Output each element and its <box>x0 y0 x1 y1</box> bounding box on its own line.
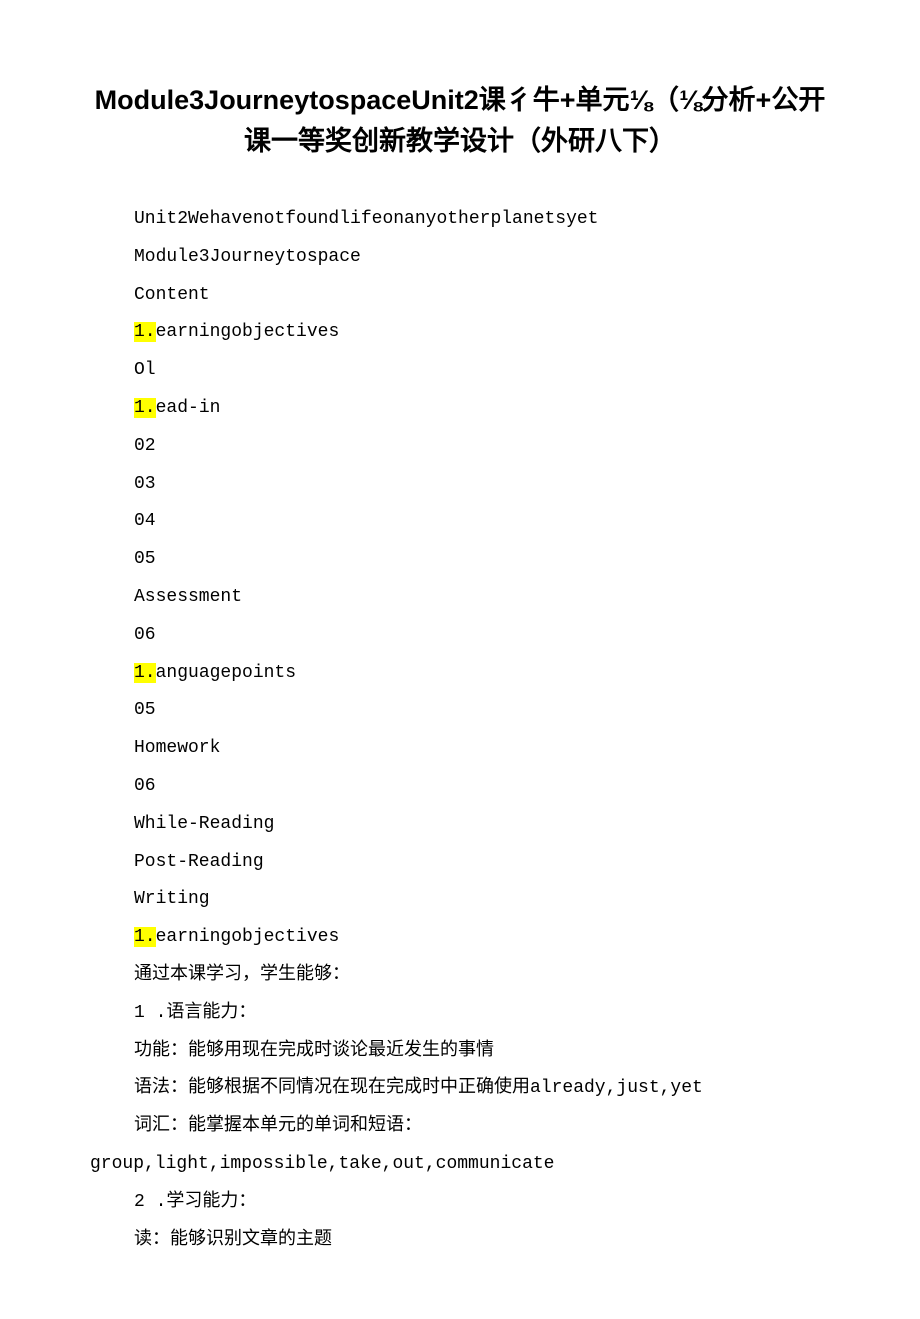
body-line: 2 .学习能力： <box>90 1184 830 1222</box>
body-line: 06 <box>90 768 830 806</box>
line-text: 2 .学习能力： <box>134 1192 256 1212</box>
body-line: 1 .语言能力： <box>90 995 830 1033</box>
body-line: Homework <box>90 730 830 768</box>
line-text: ead-in <box>156 398 221 418</box>
body-line: 词汇：能掌握本单元的单词和短语： <box>90 1108 830 1146</box>
body-line: Assessment <box>90 579 830 617</box>
line-text: earningobjectives <box>156 927 340 947</box>
body-line: 语法：能够根据不同情况在现在完成时中正确使用already,just,yet <box>90 1070 830 1108</box>
line-text: earningobjectives <box>156 322 340 342</box>
line-text: While-Reading <box>134 814 274 834</box>
body-line: 通过本课学习，学生能够： <box>90 957 830 995</box>
body-line: Ol <box>90 352 830 390</box>
document-title: Module3JourneytospaceUnit2课彳牛+单元⅛（⅛分析+公开… <box>90 80 830 161</box>
body-line: Unit2Wehavenotfoundlifeonanyotherplanets… <box>90 201 830 239</box>
body-line: 功能：能够用现在完成时谈论最近发生的事情 <box>90 1033 830 1071</box>
line-text: Writing <box>134 889 210 909</box>
body-line: 1.earningobjectives <box>90 314 830 352</box>
body-line: Post-Reading <box>90 844 830 882</box>
line-text: 读：能够识别文章的主题 <box>134 1230 332 1250</box>
line-text: anguagepoints <box>156 663 296 683</box>
line-text: group,light,impossible,take,out,communic… <box>90 1154 554 1174</box>
body-line: group,light,impossible,take,out,communic… <box>90 1146 830 1184</box>
body-line: While-Reading <box>90 806 830 844</box>
highlight-prefix: 1. <box>134 322 156 342</box>
body-line: 1.earningobjectives <box>90 919 830 957</box>
body-line: Writing <box>90 881 830 919</box>
body-line: 03 <box>90 466 830 504</box>
body-line: Content <box>90 277 830 315</box>
line-text: Post-Reading <box>134 852 264 872</box>
body-line: 05 <box>90 541 830 579</box>
line-text: Homework <box>134 738 220 758</box>
line-text: 06 <box>134 776 156 796</box>
line-text: Ol <box>134 360 156 380</box>
line-text: Assessment <box>134 587 242 607</box>
line-text: 04 <box>134 511 156 531</box>
highlight-prefix: 1. <box>134 663 156 683</box>
body-line: 读：能够识别文章的主题 <box>90 1222 830 1260</box>
line-text: 词汇：能掌握本单元的单词和短语： <box>134 1116 422 1136</box>
line-text: 06 <box>134 625 156 645</box>
line-text: 05 <box>134 700 156 720</box>
line-text: 通过本课学习，学生能够： <box>134 965 350 985</box>
line-text: Content <box>134 285 210 305</box>
body-line: 04 <box>90 503 830 541</box>
body-line: 02 <box>90 428 830 466</box>
body-line: Module3Journeytospace <box>90 239 830 277</box>
line-text: 语法：能够根据不同情况在现在完成时中正确使用already,just,yet <box>134 1078 703 1098</box>
line-text: 1 .语言能力： <box>134 1003 256 1023</box>
highlight-prefix: 1. <box>134 927 156 947</box>
line-text: Unit2Wehavenotfoundlifeonanyotherplanets… <box>134 209 598 229</box>
body-line: 1.anguagepoints <box>90 655 830 693</box>
document-body: Unit2Wehavenotfoundlifeonanyotherplanets… <box>90 201 830 1259</box>
line-text: 05 <box>134 549 156 569</box>
line-text: 03 <box>134 474 156 494</box>
line-text: 02 <box>134 436 156 456</box>
body-line: 1.ead-in <box>90 390 830 428</box>
body-line: 06 <box>90 617 830 655</box>
body-line: 05 <box>90 692 830 730</box>
highlight-prefix: 1. <box>134 398 156 418</box>
line-text: Module3Journeytospace <box>134 247 361 267</box>
line-text: 功能：能够用现在完成时谈论最近发生的事情 <box>134 1041 494 1061</box>
